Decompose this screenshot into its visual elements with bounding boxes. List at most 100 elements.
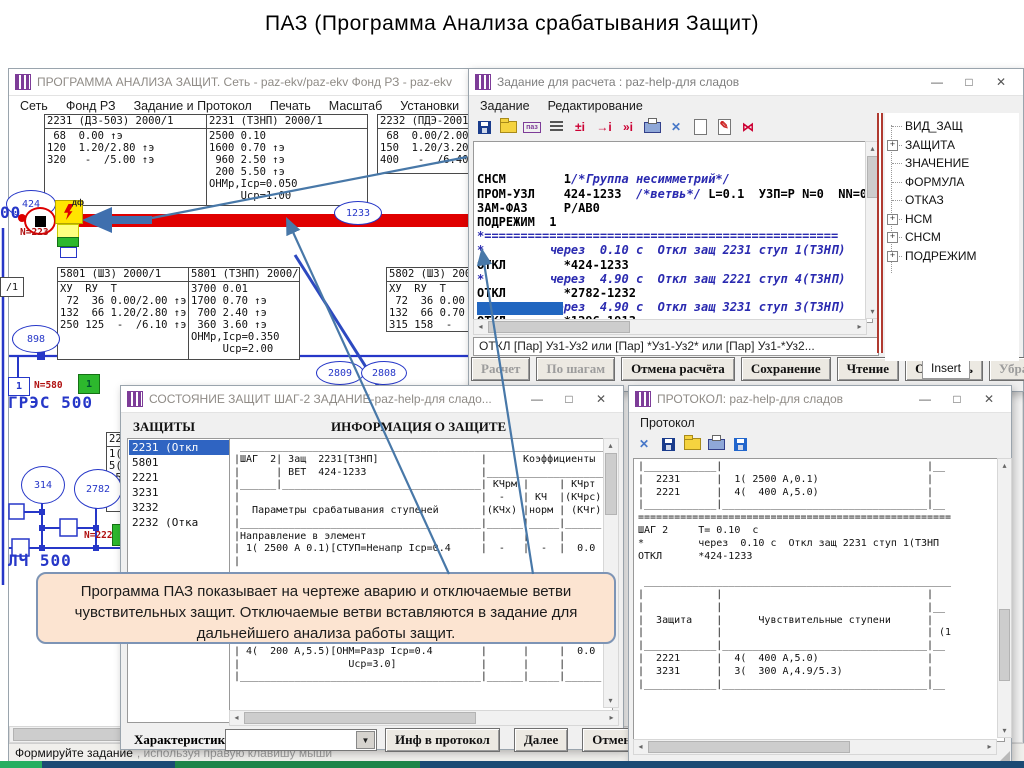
insert-end-icon[interactable]: »i (617, 117, 639, 137)
protection-list-item[interactable]: 5801 (129, 455, 229, 470)
editor-line[interactable]: * через 0.10 с Откл защ 2231 ступ 1(ТЗНП… (477, 243, 869, 257)
protection-list-item[interactable]: 2232 (Отка (129, 515, 229, 530)
protection-table-5801-shz[interactable]: 5801 (ШЗ) 2000/1ХУ RУ Т 72 36 0.00/2.00 … (57, 267, 190, 360)
close-icon[interactable]: ✕ (985, 70, 1017, 94)
insert-line-icon[interactable]: ±i (569, 117, 591, 137)
node-label: 898 (27, 334, 45, 345)
state-button-далее[interactable]: Далее (514, 728, 568, 752)
node-2809[interactable]: 2809 (316, 361, 364, 385)
fault-flag-icon[interactable]: дф (55, 200, 83, 224)
tree-item-отказ[interactable]: ОТКАЗ (885, 191, 1019, 210)
node-314[interactable]: 314 (21, 466, 65, 504)
editor-line[interactable]: ОТКЛ *424-1233 (477, 258, 869, 272)
editor-segment: /*Группа несимметрий*/ (571, 172, 730, 186)
tree-item-значение[interactable]: ЗНАЧЕНИЕ (885, 154, 1019, 173)
protection-table-2231-dz[interactable]: 2231 (ДЗ-503) 2000/1 68 0.00 ↑э 120 1.20… (44, 114, 208, 206)
protection-table-5801-tznp[interactable]: 5801 (ТЗНП) 2000/13700 0.01 1700 0.70 ↑э… (188, 267, 300, 360)
expand-icon[interactable]: + (887, 214, 898, 225)
chevron-down-icon[interactable]: ▼ (356, 731, 375, 749)
os-taskbar[interactable] (0, 761, 1024, 768)
protection-list-item[interactable]: 3231 (129, 485, 229, 500)
protocol-text[interactable]: |____________| |__ | 2231 | 1( 2500 А,0.… (633, 458, 1005, 742)
protection-list-item[interactable]: 2231 (Откл (129, 440, 229, 455)
minimize-icon[interactable]: — (909, 387, 941, 411)
expand-icon[interactable]: + (887, 251, 898, 262)
minimize-icon[interactable]: — (521, 387, 553, 411)
maximize-icon[interactable]: □ (941, 387, 973, 411)
editor-line[interactable]: *=======================================… (477, 229, 869, 243)
editor-segment: ОТКЛ (477, 286, 506, 300)
task-menu-item[interactable]: Задание (471, 97, 539, 115)
protocol-vscrollbar[interactable]: ▴▾ (997, 458, 1012, 738)
minimize-icon[interactable]: — (921, 70, 953, 94)
task-button-отмена-расч-та[interactable]: Отмена расчёта (621, 357, 735, 381)
main-menu-item[interactable]: Фонд РЗ (57, 97, 125, 115)
protection-list-item[interactable]: 3232 (129, 500, 229, 515)
insert-right-icon[interactable]: →i (593, 117, 615, 137)
close-icon[interactable]: ✕ (585, 387, 617, 411)
editor-hscrollbar[interactable]: ◂▸ (473, 319, 867, 335)
editor-line[interactable]: СНСМ 1/*Группа несимметрий*/ (477, 172, 869, 186)
paz-icon[interactable]: паз (521, 117, 543, 137)
editor-line[interactable]: ОТКЛ *2782-1232 (477, 286, 869, 300)
maximize-icon[interactable]: □ (553, 387, 585, 411)
close-icon[interactable]: ✕ (973, 387, 1005, 411)
print-icon[interactable] (641, 117, 663, 137)
save-image-icon[interactable] (729, 434, 751, 454)
main-menu-item[interactable]: Печать (261, 97, 320, 115)
table-rows: 68 0.00 ↑э 120 1.20/2.80 ↑э 320 - /5.00 … (47, 130, 205, 166)
protection-list-item[interactable]: 2221 (129, 470, 229, 485)
node-1233[interactable]: 1233 (334, 201, 382, 225)
state-button-инф-в-протокол[interactable]: Инф в протокол (385, 728, 500, 752)
delete-icon[interactable]: ✕ (665, 117, 687, 137)
node-2782[interactable]: 2782 (74, 469, 122, 509)
editor-line[interactable]: ПРОМ-УЗЛ 424-1233 /*ветвь*/ L=0.1 УЗП=Р … (477, 187, 869, 201)
editor-line[interactable]: ЗАМ-ФАЗ Р/АВ0 (477, 201, 869, 215)
task-menu-item[interactable]: Редактирование (539, 97, 652, 115)
protection-table-2231-tznp[interactable]: 2231 (ТЗНП) 2000/12500 0.10 1600 0.70 ↑э… (206, 114, 368, 206)
open-icon[interactable] (497, 117, 519, 137)
edit-doc-icon[interactable]: ✎ (713, 117, 735, 137)
main-menu-item[interactable]: Установки (391, 97, 468, 115)
save-icon[interactable] (657, 434, 679, 454)
tree-item-защита[interactable]: +ЗАЩИТА (885, 136, 1019, 155)
editor-line[interactable]: * через 4.90 с Откл защ 2221 ступ 4(ТЗНП… (477, 272, 869, 286)
tree-splitter[interactable] (877, 113, 883, 353)
protocol-menu-item[interactable]: Протокол (631, 414, 704, 432)
characteristic-combobox[interactable]: ▼ (225, 729, 377, 751)
open-icon[interactable] (681, 434, 703, 454)
task-button-сохранение[interactable]: Сохранение (741, 357, 831, 381)
tree-item-формула[interactable]: ФОРМУЛА (885, 173, 1019, 192)
tree-item-подрежим[interactable]: +ПОДРЕЖИМ (885, 247, 1019, 266)
list-icon[interactable] (545, 117, 567, 137)
delete-icon[interactable]: ✕ (633, 434, 655, 454)
info-hscrollbar[interactable]: ◂▸ (229, 710, 619, 726)
main-menu-item[interactable]: Масштаб (320, 97, 391, 115)
tree-item-вид_защ[interactable]: ВИД_ЗАЩ (885, 117, 1019, 136)
tree-item-снсм[interactable]: +СНСМ (885, 228, 1019, 247)
main-menu-item[interactable]: Задание и Протокол (125, 97, 261, 115)
state-footer-buttons: Инф в протоколДалееОтмена (385, 728, 647, 752)
main-menu-item[interactable]: Сеть (11, 97, 57, 115)
print-icon[interactable] (705, 434, 727, 454)
node-2808[interactable]: 2808 (361, 361, 407, 385)
editor-segment: *=======================================… (477, 229, 838, 243)
node-number-label: N=580 (34, 380, 63, 391)
node-898[interactable]: 898 (12, 325, 60, 353)
resize-grip[interactable] (1000, 751, 1010, 761)
save-icon[interactable] (473, 117, 495, 137)
expand-icon[interactable]: + (887, 140, 898, 151)
maximize-icon[interactable]: □ (953, 70, 985, 94)
task-editor[interactable]: СНСМ 1/*Группа несимметрий*/ПРОМ-УЗЛ 424… (473, 141, 873, 323)
cancel-icon[interactable]: ⋈ (737, 117, 759, 137)
expand-icon[interactable]: + (887, 232, 898, 243)
characteristic-label: Характеристика (134, 732, 231, 748)
new-doc-icon[interactable] (689, 117, 711, 137)
editor-line[interactable]: ПОДРЕЖИМ 1 (477, 215, 869, 229)
table-rows: ХУ RУ Т 72 36 0.00 132 66 0.70 315 158 - (389, 283, 468, 331)
tree-item-label: ОТКАЗ (905, 193, 944, 207)
breaker-square-icon (35, 216, 46, 227)
tree-item-нсм[interactable]: +НСМ (885, 210, 1019, 229)
protection-table-5802[interactable]: 5802 (ШЗ) 2000ХУ RУ Т 72 36 0.00 132 66 … (386, 267, 471, 332)
protocol-hscrollbar[interactable]: ◂▸ (633, 739, 997, 755)
